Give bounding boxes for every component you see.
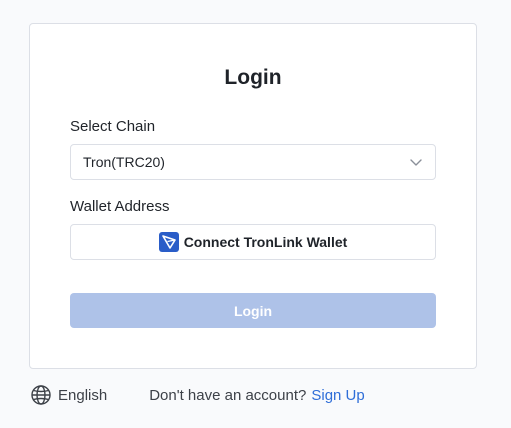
- connect-tronlink-button[interactable]: Connect TronLink Wallet: [70, 224, 436, 260]
- chain-select-value: Tron(TRC20): [83, 154, 165, 170]
- page-title: Login: [224, 66, 282, 89]
- login-submit-button[interactable]: Login: [70, 293, 436, 328]
- globe-icon: [31, 385, 51, 405]
- chain-select[interactable]: Tron(TRC20): [70, 144, 436, 180]
- select-chain-label: Select Chain: [70, 118, 156, 135]
- language-selector[interactable]: English: [30, 384, 107, 406]
- signup-link[interactable]: Sign Up: [311, 387, 364, 404]
- wallet-address-label: Wallet Address: [70, 198, 170, 215]
- chevron-down-icon: [410, 159, 422, 166]
- connect-tronlink-label: Connect TronLink Wallet: [183, 234, 348, 250]
- language-label: English: [58, 386, 108, 404]
- login-card: Login Select Chain Tron(TRC20) Wallet Ad…: [29, 23, 477, 369]
- tronlink-icon: [158, 232, 179, 252]
- footer: English Don't have an account? Sign Up: [30, 384, 511, 406]
- signup-prompt: Don't have an account?: [149, 386, 307, 404]
